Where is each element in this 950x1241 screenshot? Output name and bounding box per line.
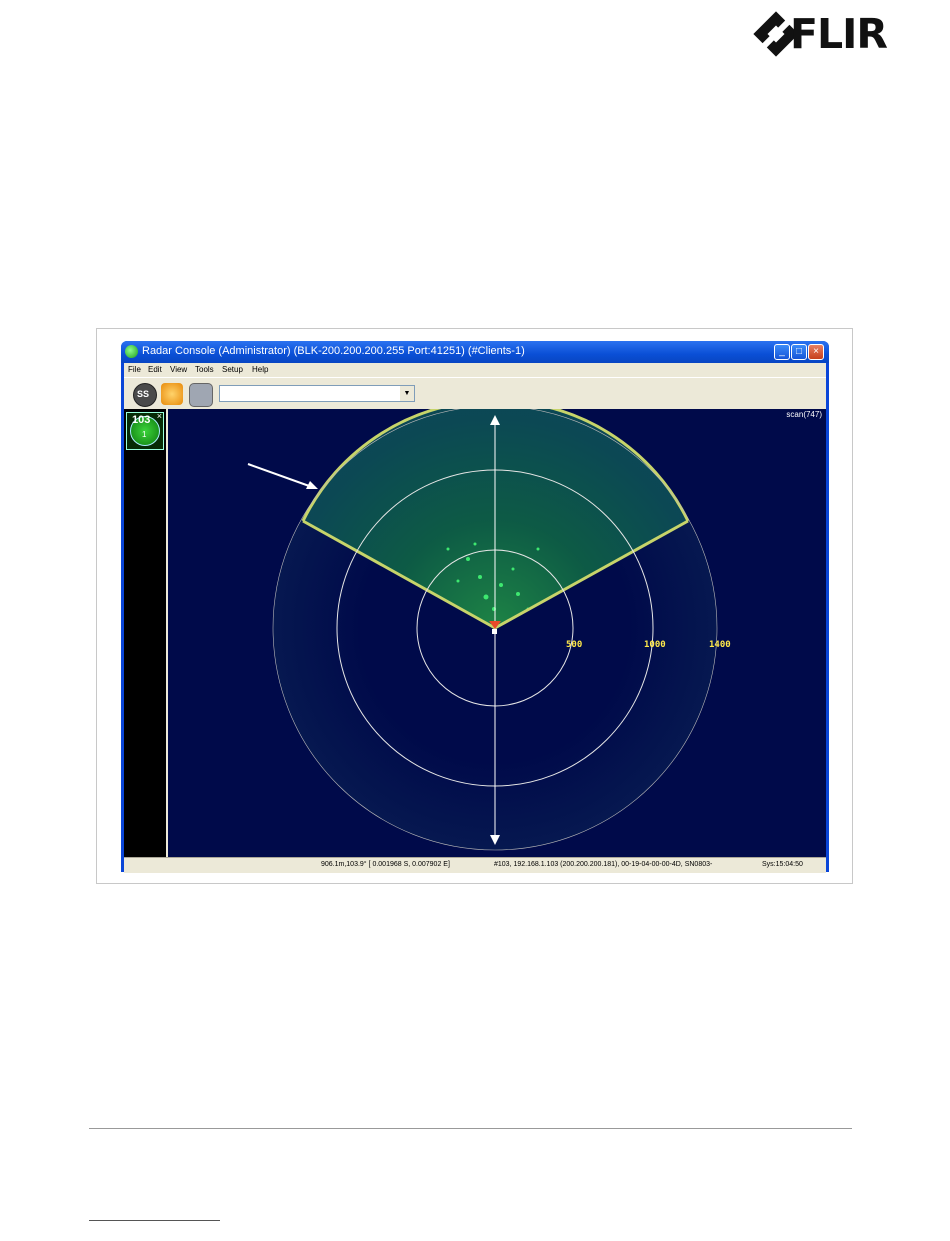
footnote-rule	[89, 1220, 220, 1221]
menu-bar: File Edit View Tools Setup Help	[124, 363, 826, 377]
radar-id: 103	[132, 414, 151, 426]
range-label-500: 500	[566, 640, 583, 650]
radar-sub: 1	[142, 430, 147, 439]
window-title: Radar Console (Administrator) (BLK-200.2…	[142, 345, 525, 357]
close-button[interactable]: ×	[808, 344, 824, 360]
menu-edit[interactable]: Edit	[148, 365, 162, 374]
range-label-1000: 1000	[644, 640, 666, 650]
annotation-arrow	[247, 463, 318, 489]
footer-rule	[89, 1128, 852, 1129]
radar-select-combo[interactable]: ▼	[219, 385, 415, 402]
radar-settings-button[interactable]	[161, 383, 183, 405]
menu-tools[interactable]: Tools	[195, 365, 214, 374]
app-icon	[125, 345, 138, 358]
status-position: 906.1m,103.9° [ 0.001968 S, 0.007902 E]	[321, 861, 450, 868]
menu-setup[interactable]: Setup	[222, 365, 243, 374]
minimize-button[interactable]: _	[774, 344, 790, 360]
scan-counter: scan(747)	[786, 410, 822, 419]
menu-file[interactable]: File	[128, 365, 141, 374]
menu-view[interactable]: View	[170, 365, 187, 374]
flir-logo-text: FLIR	[790, 10, 888, 58]
range-label-1400: 1400	[709, 640, 731, 650]
radar-thumbnail[interactable]: 103 1 ×	[126, 411, 164, 450]
radar-list-panel: 103 1 ×	[124, 409, 168, 857]
status-bar: 906.1m,103.9° [ 0.001968 S, 0.007902 E] …	[124, 857, 826, 873]
status-connection: #103, 192.168.1.103 (200.200.200.181), 0…	[494, 861, 713, 868]
toolbar: SS ▼	[124, 377, 826, 410]
ss-button[interactable]: SS	[133, 383, 157, 407]
title-bar[interactable]: Radar Console (Administrator) (BLK-200.2…	[121, 341, 829, 363]
status-time: Sys:15:04:50	[762, 861, 803, 868]
chevron-down-icon[interactable]: ▼	[400, 386, 414, 401]
menu-help[interactable]: Help	[252, 365, 268, 374]
origin-marker	[492, 629, 497, 634]
close-icon[interactable]: ×	[157, 411, 162, 421]
camera-button[interactable]	[189, 383, 213, 407]
ss-icon: SS	[137, 389, 150, 399]
maximize-button[interactable]: □	[791, 344, 807, 360]
radar-console-window: Radar Console (Administrator) (BLK-200.2…	[121, 341, 829, 873]
